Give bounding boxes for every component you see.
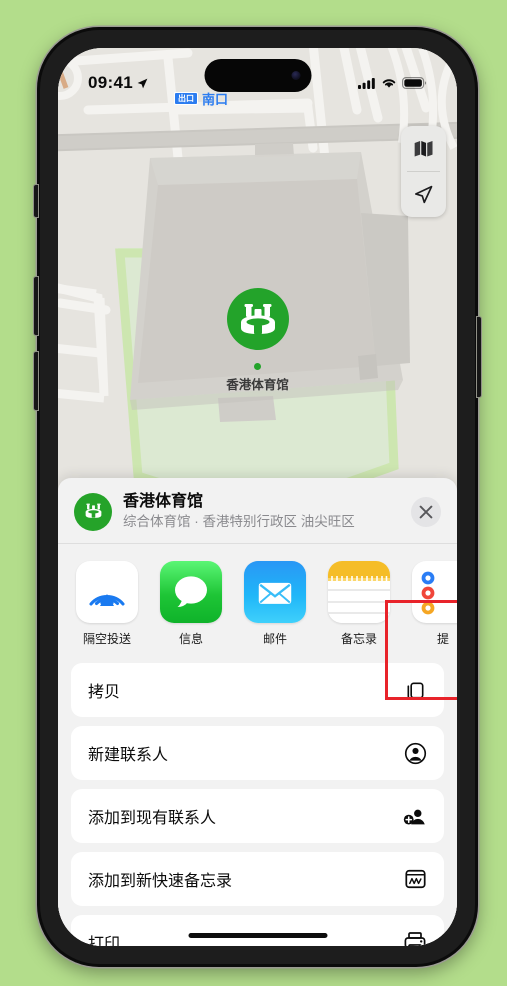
map-place-pin[interactable]: 香港体育馆 (223, 284, 293, 393)
locate-me-button[interactable] (401, 172, 446, 217)
share-sheet-title: 香港体育馆 (123, 493, 204, 510)
notes-pad-icon (328, 561, 390, 624)
mute-switch[interactable] (34, 185, 38, 217)
reminders-dots-icon (421, 571, 435, 615)
reminders-icon (412, 561, 457, 624)
airdrop-glyph-icon (89, 594, 125, 607)
action-label: 新建联系人 (88, 747, 169, 765)
action-row-add-existing-contact[interactable]: 添加到现有联系人 (71, 789, 444, 843)
share-app-airdrop[interactable]: 隔空投送 (76, 561, 138, 647)
mail-icon (244, 561, 306, 624)
share-app-label: 提 (436, 632, 449, 647)
action-label: 添加到现有联系人 (88, 810, 217, 828)
action-label: 打印 (88, 936, 121, 946)
action-group: 添加到新快速备忘录 (71, 852, 444, 907)
copy-icon (404, 679, 427, 702)
notes-icon (328, 561, 390, 624)
action-row-copy[interactable]: 拷贝 (71, 663, 444, 717)
share-app-label: 邮件 (262, 632, 287, 647)
share-app-mail[interactable]: 邮件 (244, 561, 306, 647)
share-sheet-subtitle: 综合体育馆 · 香港特别行政区 油尖旺区 (123, 514, 355, 529)
map-layers-icon (414, 141, 433, 157)
quick-note-icon (404, 868, 427, 890)
action-group: 拷贝 (71, 663, 444, 718)
map-layers-button[interactable] (401, 126, 446, 171)
stadium-pin-icon (226, 288, 289, 350)
share-sheet: 香港体育馆 综合体育馆 · 香港特别行政区 油尖旺区 隔空投送 信息 邮件 备忘… (58, 478, 457, 946)
share-action-list: 拷贝 新建联系人 添加到现有联系人 添加到新快速备忘录 打印 (58, 663, 457, 946)
stadium-glyph-icon (85, 503, 101, 519)
action-row-print[interactable]: 打印 (71, 915, 444, 946)
action-row-new-quick-note[interactable]: 添加到新快速备忘录 (71, 852, 444, 906)
volume-down-button[interactable] (34, 352, 38, 410)
close-icon (419, 505, 433, 518)
share-app-label: 隔空投送 (82, 632, 131, 647)
share-app-row[interactable]: 隔空投送 信息 邮件 备忘录 提 (58, 544, 457, 663)
action-label: 拷贝 (88, 684, 121, 702)
share-sheet-header-text: 香港体育馆 综合体育馆 · 香港特别行政区 油尖旺区 (123, 492, 400, 531)
mail-envelope-icon (258, 583, 292, 605)
action-row-new-contact[interactable]: 新建联系人 (71, 726, 444, 780)
share-app-reminders[interactable]: 提 (412, 561, 457, 647)
pin-anchor-dot (254, 363, 261, 370)
phone-screen: 09:41 出口 南口 香港体育馆 香港体育馆 综合体育馆 · 香港特别行政区 … (58, 48, 457, 946)
action-group: 打印 (71, 915, 444, 946)
map-controls[interactable] (401, 126, 446, 217)
action-group: 添加到现有联系人 (71, 789, 444, 844)
person-badge-plus-icon (403, 805, 427, 828)
stadium-circle-icon (74, 492, 112, 531)
dynamic-island[interactable] (204, 59, 311, 92)
front-camera-icon (291, 71, 300, 80)
share-app-notes[interactable]: 备忘录 (328, 561, 390, 647)
messages-bubble-icon (175, 576, 207, 608)
person-circle-icon (404, 742, 427, 765)
share-app-messages[interactable]: 信息 (160, 561, 222, 647)
home-indicator[interactable] (188, 933, 327, 938)
map-place-label: 香港体育馆 (226, 378, 289, 392)
printer-icon (403, 931, 427, 946)
share-app-label: 信息 (178, 632, 203, 647)
power-button[interactable] (477, 317, 481, 397)
action-group: 新建联系人 (71, 726, 444, 781)
location-arrow-icon (414, 185, 433, 204)
share-sheet-header: 香港体育馆 综合体育馆 · 香港特别行政区 油尖旺区 (58, 478, 457, 543)
share-app-label: 备忘录 (340, 632, 377, 647)
messages-icon (160, 561, 222, 624)
close-button[interactable] (411, 496, 441, 527)
phone-frame: 09:41 出口 南口 香港体育馆 香港体育馆 综合体育馆 · 香港特别行政区 … (34, 27, 481, 967)
volume-up-button[interactable] (34, 277, 38, 335)
action-label: 添加到新快速备忘录 (88, 873, 233, 891)
transit-badge: 出口 (174, 91, 198, 106)
airdrop-icon (76, 561, 138, 624)
